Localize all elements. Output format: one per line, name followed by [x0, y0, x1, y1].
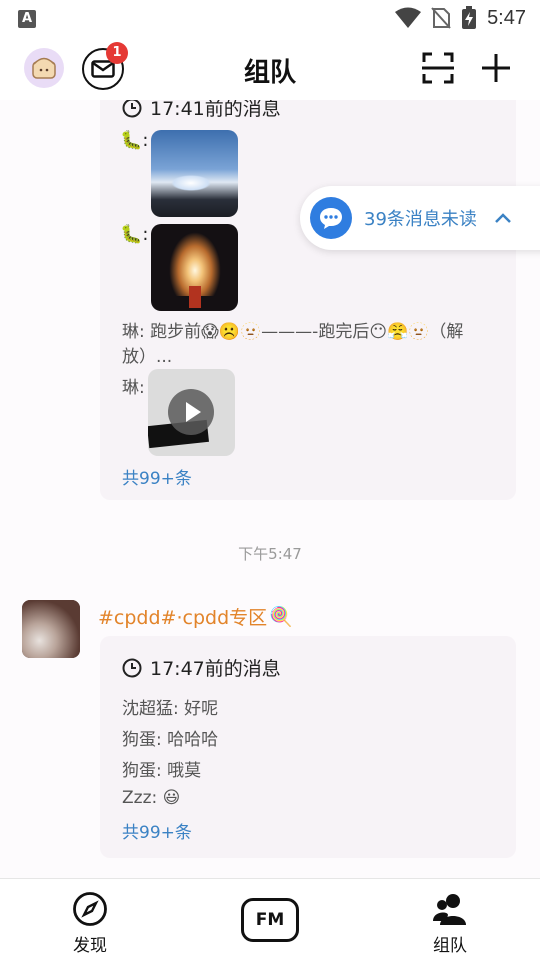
wifi-icon [395, 7, 422, 28]
video-sender: 琳: [122, 378, 145, 398]
bottom-nav: 发现 FM 组队 [0, 878, 540, 960]
clock-time: 5:47 [487, 6, 526, 29]
message-preview: 琳: 跑步前😱☹️🫥———-跑完后😶😤🫥（解放）... [122, 322, 464, 367]
message-summary-card[interactable]: 17:47前的消息 沈超猛: 好呢 狗蛋: 哈哈哈 狗蛋: 哦莫 Zzz: 😃 … [100, 636, 516, 858]
chat-list[interactable]: 17:41前的消息 🐛: 🐛: 琳: 跑步前😱☹️🫥———-跑完后😶😤🫥（解放）… [0, 100, 540, 878]
unread-messages-pill[interactable]: 39条消息未读 [300, 186, 540, 250]
card-header-text: 17:41前的消息 [150, 100, 281, 120]
app-notification-icon: A [18, 10, 36, 28]
fm-button[interactable]: FM [241, 898, 299, 942]
view-all-link[interactable]: 共99+条 [122, 818, 192, 843]
clock-icon [122, 100, 142, 117]
photo-thumbnail-fireworks[interactable] [151, 224, 238, 311]
group-avatar[interactable] [22, 600, 80, 658]
nav-team[interactable]: 组队 [410, 891, 490, 956]
group-name[interactable]: #cpdd#·cpdd专区 🍭 [98, 603, 293, 630]
time-separator: 下午5:47 [238, 545, 302, 563]
message-line: 狗蛋: 哦莫 [122, 761, 202, 781]
message-summary-card[interactable]: 17:41前的消息 🐛: 🐛: 琳: 跑步前😱☹️🫥———-跑完后😶😤🫥（解放）… [100, 100, 516, 500]
battery-charging-icon [462, 6, 477, 29]
add-icon[interactable] [480, 52, 512, 84]
play-icon[interactable] [168, 389, 214, 435]
chat-bubble-icon [310, 197, 352, 239]
status-icons: 5:47 [395, 6, 526, 30]
view-all-link[interactable]: 共99+条 [122, 464, 192, 489]
page-title: 组队 [243, 58, 296, 88]
bug-emoji-icon: 🐛: [120, 224, 149, 245]
card-header: 17:41前的消息 [122, 100, 281, 121]
unread-count-text: 39条消息未读 [364, 209, 477, 230]
message-line: 沈超猛: 好呢 [122, 699, 219, 719]
photo-thumbnail-sky[interactable] [151, 130, 238, 217]
status-bar: A 5:47 [0, 0, 540, 36]
nav-label: 发现 [73, 936, 107, 956]
card-header: 17:47前的消息 [122, 654, 281, 681]
message-line: 狗蛋: 哈哈哈 [122, 730, 219, 750]
message-line: Zzz: 😃 [122, 788, 181, 808]
no-sim-icon [431, 7, 451, 29]
chevron-up-icon [495, 213, 511, 223]
group-name-text: #cpdd#·cpdd专区 [98, 607, 268, 629]
top-bar: 1 组队 [0, 36, 540, 100]
nav-label: 组队 [433, 936, 467, 956]
clock-icon [122, 658, 142, 677]
card-header-text: 17:47前的消息 [150, 658, 281, 680]
team-icon [433, 894, 466, 925]
lollipop-emoji-icon: 🍭 [269, 606, 293, 628]
nav-discover[interactable]: 发现 [50, 891, 130, 956]
scan-icon[interactable] [422, 52, 454, 84]
compass-icon [73, 892, 107, 926]
video-thumbnail[interactable] [148, 369, 235, 456]
bug-emoji-icon: 🐛: [120, 130, 149, 151]
